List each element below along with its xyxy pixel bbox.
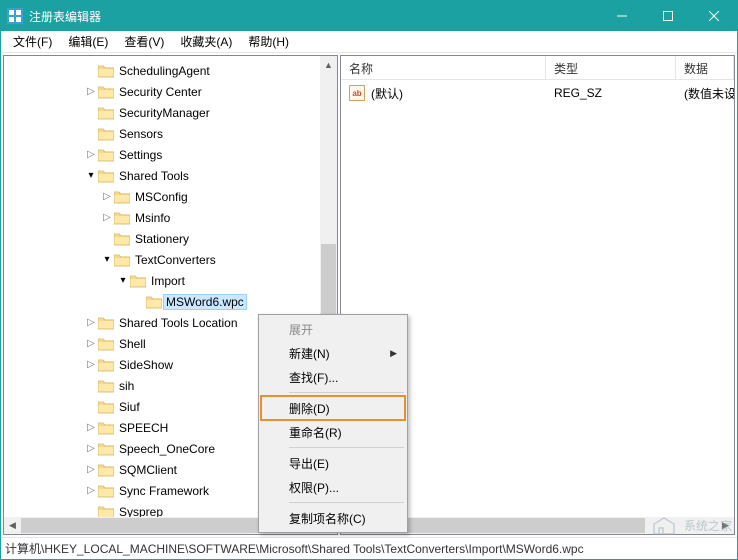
context-item[interactable]: 查找(F)... [261, 365, 405, 389]
scroll-thumb[interactable] [321, 244, 336, 314]
tree-item[interactable]: MSWord6.wpc [4, 291, 337, 312]
context-label: 权限(P)... [289, 479, 339, 496]
expander-icon[interactable]: ▷ [84, 338, 98, 349]
app-icon [7, 8, 23, 24]
value-data: (数值未设 [676, 85, 734, 102]
tree-item[interactable]: ▷ Security Center [4, 81, 337, 102]
titlebar: 注册表编辑器 [1, 1, 737, 31]
tree-label: SPEECH [118, 420, 169, 436]
tree-item[interactable]: ▾ Import [4, 270, 337, 291]
column-header-name[interactable]: 名称 [341, 56, 546, 79]
context-separator [289, 392, 404, 393]
tree-item[interactable]: Stationery [4, 228, 337, 249]
context-separator [289, 502, 404, 503]
tree-label: Speech_OneCore [118, 441, 216, 457]
tree-label: Siuf [118, 399, 141, 415]
tree-item[interactable]: ▷ Settings [4, 144, 337, 165]
tree-label: Sync Framework [118, 483, 210, 499]
expander-icon[interactable]: ▾ [84, 170, 98, 181]
context-item[interactable]: 删除(D) [261, 396, 405, 420]
tree-label: Shared Tools [118, 168, 190, 184]
tree-label: SchedulingAgent [118, 63, 211, 79]
menu-2[interactable]: 查看(V) [116, 31, 172, 52]
value-type: REG_SZ [546, 86, 676, 100]
expander-icon[interactable]: ▷ [84, 359, 98, 370]
context-label: 重命名(R) [289, 424, 342, 441]
tree-label: Msinfo [134, 210, 171, 226]
scroll-up-icon[interactable]: ▲ [320, 56, 337, 73]
expander-icon[interactable]: ▷ [84, 149, 98, 160]
tree-label: Import [150, 273, 186, 289]
scroll-left-icon[interactable]: ◀ [4, 517, 21, 534]
context-item[interactable]: 重命名(R) [261, 420, 405, 444]
close-button[interactable] [691, 1, 737, 31]
context-item[interactable]: 权限(P)... [261, 475, 405, 499]
menu-1[interactable]: 编辑(E) [60, 31, 116, 52]
tree-label: TextConverters [134, 252, 217, 268]
scroll-thumb[interactable] [21, 518, 275, 533]
context-item[interactable]: 导出(E) [261, 451, 405, 475]
expander-icon[interactable]: ▷ [100, 191, 114, 202]
tree-label: MSConfig [134, 189, 189, 205]
tree-label: Sensors [118, 126, 164, 142]
context-label: 删除(D) [289, 400, 330, 417]
value-name: (默认) [371, 85, 403, 102]
tree-label: SQMClient [118, 462, 178, 478]
context-item[interactable]: 新建(N) ▶ [261, 341, 405, 365]
window-controls [599, 1, 737, 31]
tree-item[interactable]: ▷ MSConfig [4, 186, 337, 207]
menu-3[interactable]: 收藏夹(A) [172, 31, 240, 52]
context-item[interactable]: 复制项名称(C) [261, 506, 405, 530]
tree-label: MSWord6.wpc [163, 294, 247, 310]
minimize-button[interactable] [599, 1, 645, 31]
tree-label: Settings [118, 147, 163, 163]
tree-label: SecurityManager [118, 105, 211, 121]
tree-label: Sysprep [118, 504, 164, 518]
statusbar: 计算机\HKEY_LOCAL_MACHINE\SOFTWARE\Microsof… [1, 537, 737, 559]
tree-item[interactable]: ▷ Msinfo [4, 207, 337, 228]
expander-icon[interactable]: ▾ [116, 275, 130, 286]
scroll-right-icon[interactable]: ▶ [717, 517, 734, 534]
menu-0[interactable]: 文件(F) [5, 31, 60, 52]
tree-item[interactable]: SchedulingAgent [4, 60, 337, 81]
tree-label: sih [118, 378, 135, 394]
expander-icon[interactable]: ▷ [84, 317, 98, 328]
expander-icon[interactable]: ▾ [100, 254, 114, 265]
expander-icon[interactable]: ▷ [100, 212, 114, 223]
context-label: 新建(N) [289, 345, 330, 362]
expander-icon[interactable]: ▷ [84, 443, 98, 454]
tree-item[interactable]: ▾ Shared Tools [4, 165, 337, 186]
string-value-icon: ab [349, 85, 365, 101]
column-header-type[interactable]: 类型 [546, 56, 676, 79]
expander-icon[interactable]: ▷ [84, 485, 98, 496]
context-label: 复制项名称(C) [289, 510, 366, 527]
list-body: ab (默认) REG_SZ(数值未设 [341, 80, 734, 106]
column-header-data[interactable]: 数据 [676, 56, 734, 79]
context-label: 展开 [289, 321, 313, 338]
tree-label: Security Center [118, 84, 203, 100]
context-label: 查找(F)... [289, 369, 338, 386]
context-label: 导出(E) [289, 455, 329, 472]
maximize-button[interactable] [645, 1, 691, 31]
expander-icon[interactable]: ▷ [84, 86, 98, 97]
list-header: 名称 类型 数据 [341, 56, 734, 80]
expander-icon[interactable]: ▷ [84, 464, 98, 475]
context-menu: 展开新建(N) ▶ 查找(F)... 删除(D) 重命名(R) 导出(E) 权限(P)...… [258, 314, 408, 533]
tree-label: SideShow [118, 357, 174, 373]
tree-item[interactable]: SecurityManager [4, 102, 337, 123]
menu-4[interactable]: 帮助(H) [240, 31, 297, 52]
context-separator [289, 447, 404, 448]
list-row[interactable]: ab (默认) REG_SZ(数值未设 [341, 82, 734, 104]
context-item: 展开 [261, 317, 405, 341]
expander-icon[interactable]: ▷ [84, 422, 98, 433]
scroll-track[interactable] [358, 517, 717, 534]
menubar: 文件(F)编辑(E)查看(V)收藏夹(A)帮助(H) [1, 31, 737, 53]
tree-item[interactable]: ▾ TextConverters [4, 249, 337, 270]
tree-item[interactable]: Sensors [4, 123, 337, 144]
window-title: 注册表编辑器 [29, 8, 599, 25]
tree-label: Shared Tools Location [118, 315, 239, 331]
tree-label: Shell [118, 336, 147, 352]
tree-label: Stationery [134, 231, 190, 247]
submenu-arrow-icon: ▶ [390, 348, 397, 359]
